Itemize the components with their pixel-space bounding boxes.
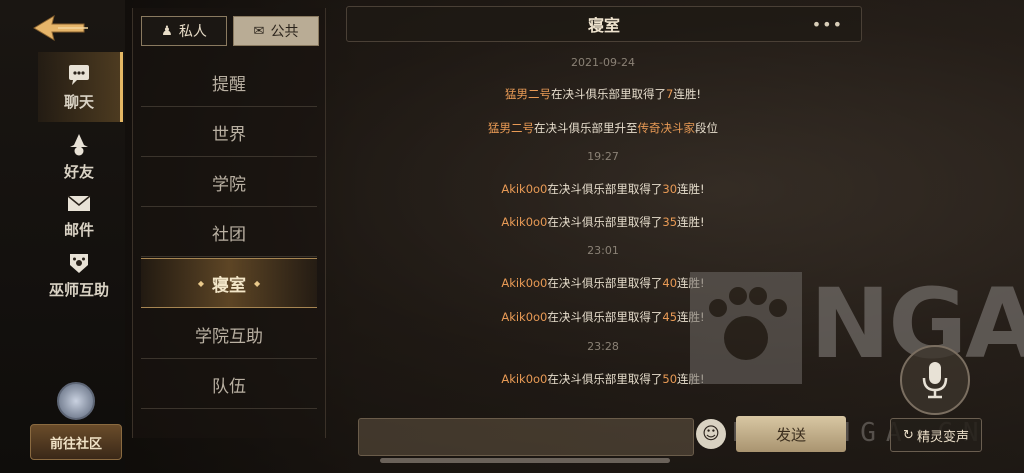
channel-dormitory[interactable]: ◆ 寝室 ◆ xyxy=(141,258,317,308)
nav-item-label: 聊天 xyxy=(63,92,94,111)
channel-label: 学院互助 xyxy=(195,326,263,347)
nav-item-label: 好友 xyxy=(63,162,94,181)
player-name[interactable]: Akik0o0 xyxy=(501,182,547,196)
message-line: Akik0o0在决斗俱乐部里取得了45连胜! xyxy=(501,310,705,324)
message-line: 猛男二号在决斗俱乐部里取得了7连胜! xyxy=(505,87,701,101)
left-nav: 聊天 好友 邮件 巫师互助 前往社区 xyxy=(0,0,125,473)
nav-item-chat[interactable]: 聊天 xyxy=(38,52,123,122)
message-line: Akik0o0在决斗俱乐部里取得了40连胜! xyxy=(501,276,705,290)
message-line: 猛男二号在决斗俱乐部里升至传奇决斗家段位 xyxy=(488,121,718,135)
smiley-icon: ☺ xyxy=(702,424,720,444)
tab-label: 私人 xyxy=(178,24,207,40)
more-options-icon[interactable]: ••• xyxy=(812,15,843,34)
tab-label: 公共 xyxy=(270,24,299,40)
channel-academy[interactable]: 学院 xyxy=(141,158,317,207)
envelope-icon xyxy=(67,194,91,211)
channel-label: 寝室 xyxy=(212,275,246,296)
timestamp: 23:28 xyxy=(587,340,619,353)
channel-label: 社团 xyxy=(212,224,246,245)
channel-label: 世界 xyxy=(212,124,246,145)
channel-club[interactable]: 社团 xyxy=(141,208,317,257)
microphone-icon xyxy=(922,362,948,399)
diamond-icon: ◆ xyxy=(254,278,261,288)
timestamp: 23:01 xyxy=(587,244,619,257)
player-name[interactable]: Akik0o0 xyxy=(501,276,547,290)
nav-item-wizard-help[interactable]: 巫师互助 xyxy=(38,240,120,310)
player-name[interactable]: Akik0o0 xyxy=(501,215,547,229)
timestamp: 19:27 xyxy=(587,150,619,163)
channel-label: 提醒 xyxy=(212,74,246,95)
chat-header: 寝室 ••• xyxy=(346,6,862,42)
channel-label: 队伍 xyxy=(212,376,246,397)
channel-academy-help[interactable]: 学院互助 xyxy=(141,310,317,359)
channel-reminder[interactable]: 提醒 xyxy=(141,58,317,107)
chat-input[interactable] xyxy=(358,418,694,456)
back-arrow-icon[interactable] xyxy=(30,10,90,46)
voice-changer-label: 精灵变声 xyxy=(916,429,969,445)
player-name[interactable]: Akik0o0 xyxy=(501,372,547,386)
chat-bubble-icon xyxy=(69,64,89,85)
player-name[interactable]: Akik0o0 xyxy=(501,310,547,324)
emoji-button[interactable]: ☺ xyxy=(696,419,726,449)
channel-panel: ♟ 私人 ✉ 公共 提醒 世界 学院 社团 ◆ 寝室 ◆ 学院互助 队伍 xyxy=(132,8,326,438)
timestamp: 2021-09-24 xyxy=(571,56,635,69)
diamond-icon: ◆ xyxy=(197,278,204,288)
nav-item-label: 巫师互助 xyxy=(48,280,109,299)
message-line: Akik0o0在决斗俱乐部里取得了35连胜! xyxy=(501,215,705,229)
refresh-icon: ↻ xyxy=(903,427,914,443)
person-icon: ♟ xyxy=(161,23,173,39)
community-badge-icon xyxy=(57,382,95,420)
channel-team[interactable]: 队伍 xyxy=(141,360,317,409)
nav-item-label: 邮件 xyxy=(63,220,94,239)
player-name[interactable]: 猛男二号 xyxy=(505,87,551,101)
tab-private[interactable]: ♟ 私人 xyxy=(141,16,227,46)
tab-public[interactable]: ✉ 公共 xyxy=(233,16,319,46)
send-button[interactable]: 发送 xyxy=(736,416,846,452)
chat-title: 寝室 xyxy=(587,16,620,35)
wizard-hat-icon xyxy=(70,133,88,155)
community-button[interactable]: 前往社区 xyxy=(30,424,122,460)
voice-changer-button[interactable]: ↻ 精灵变声 xyxy=(890,418,982,452)
community-entry[interactable]: 前往社区 xyxy=(30,382,122,462)
channel-world[interactable]: 世界 xyxy=(141,108,317,157)
channel-label: 学院 xyxy=(212,174,246,195)
player-name[interactable]: 猛男二号 xyxy=(488,121,534,135)
group-chat-icon: ✉ xyxy=(253,23,265,39)
message-line: Akik0o0在决斗俱乐部里取得了50连胜! xyxy=(501,372,705,386)
microphone-button[interactable] xyxy=(900,345,970,415)
home-indicator xyxy=(380,458,670,463)
message-line: Akik0o0在决斗俱乐部里取得了30连胜! xyxy=(501,182,705,196)
message-feed: 2021-09-24 猛男二号在决斗俱乐部里取得了7连胜! 猛男二号在决斗俱乐部… xyxy=(346,44,860,414)
paw-badge-icon xyxy=(70,253,88,273)
